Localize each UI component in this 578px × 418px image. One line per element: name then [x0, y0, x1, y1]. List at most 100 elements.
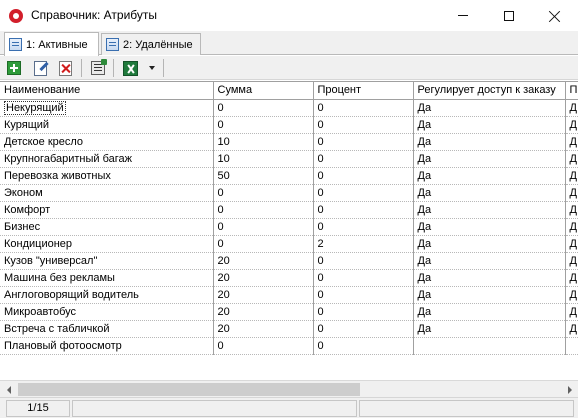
- cell-sum[interactable]: 0: [213, 184, 314, 202]
- column-header-truncated[interactable]: П: [565, 82, 578, 100]
- column-header-sum[interactable]: Сумма: [213, 82, 314, 100]
- attributes-grid[interactable]: Наименование Сумма Процент Регулирует до…: [0, 81, 578, 381]
- cell-percent[interactable]: 0: [313, 133, 414, 151]
- cell-truncated[interactable]: Д: [565, 116, 578, 134]
- column-header-access[interactable]: Регулирует доступ к заказу: [413, 82, 566, 100]
- cell-name[interactable]: Встреча с табличкой: [0, 320, 214, 338]
- add-button[interactable]: [5, 59, 23, 77]
- cell-truncated[interactable]: Д: [565, 150, 578, 168]
- excel-export-button[interactable]: [121, 59, 139, 77]
- maximize-button[interactable]: [486, 0, 532, 31]
- table-row[interactable]: Эконом 0 0 Да Д: [0, 184, 578, 202]
- cell-sum[interactable]: 0: [213, 201, 314, 219]
- table-row[interactable]: Плановый фотоосмотр 0 0: [0, 337, 578, 355]
- cell-sum[interactable]: 20: [213, 303, 314, 321]
- cell-sum[interactable]: 0: [213, 218, 314, 236]
- cell-name[interactable]: Плановый фотоосмотр: [0, 337, 214, 355]
- scroll-right-button[interactable]: [561, 381, 578, 398]
- cell-access[interactable]: Да: [413, 320, 566, 338]
- cell-name[interactable]: Кузов "универсал": [0, 252, 214, 270]
- cell-access[interactable]: [413, 337, 566, 355]
- cell-sum[interactable]: 20: [213, 320, 314, 338]
- cell-access[interactable]: Да: [413, 116, 566, 134]
- cell-sum[interactable]: 0: [213, 99, 314, 117]
- cell-percent[interactable]: 0: [313, 286, 414, 304]
- cell-access[interactable]: Да: [413, 201, 566, 219]
- cell-name[interactable]: Курящий: [0, 116, 214, 134]
- table-row[interactable]: Микроавтобус 20 0 Да Д: [0, 303, 578, 321]
- cell-name[interactable]: Эконом: [0, 184, 214, 202]
- cell-name[interactable]: Перевозка животных: [0, 167, 214, 185]
- cell-percent[interactable]: 0: [313, 184, 414, 202]
- table-row[interactable]: Кондиционер 0 2 Да Д: [0, 235, 578, 253]
- table-row[interactable]: Англоговорящий водитель 20 0 Да Д: [0, 286, 578, 304]
- cell-truncated[interactable]: Д: [565, 184, 578, 202]
- scroll-left-button[interactable]: [0, 381, 17, 398]
- table-row[interactable]: Машина без рекламы 20 0 Да Д: [0, 269, 578, 287]
- cell-sum[interactable]: 0: [213, 337, 314, 355]
- cell-percent[interactable]: 0: [313, 116, 414, 134]
- cell-access[interactable]: Да: [413, 252, 566, 270]
- cell-name[interactable]: Крупногабаритный багаж: [0, 150, 214, 168]
- cell-access[interactable]: Да: [413, 303, 566, 321]
- cell-percent[interactable]: 0: [313, 218, 414, 236]
- cell-percent[interactable]: 0: [313, 303, 414, 321]
- cell-percent[interactable]: 0: [313, 99, 414, 117]
- cell-name[interactable]: Англоговорящий водитель: [0, 286, 214, 304]
- cell-percent[interactable]: 0: [313, 252, 414, 270]
- table-row[interactable]: Крупногабаритный багаж 10 0 Да Д: [0, 150, 578, 168]
- minimize-button[interactable]: [440, 0, 486, 31]
- cell-truncated[interactable]: Д: [565, 99, 578, 117]
- cell-sum[interactable]: 0: [213, 116, 314, 134]
- cell-sum[interactable]: 10: [213, 150, 314, 168]
- cell-sum[interactable]: 20: [213, 286, 314, 304]
- column-header-name[interactable]: Наименование: [0, 82, 214, 100]
- cell-truncated[interactable]: Д: [565, 303, 578, 321]
- cell-sum[interactable]: 0: [213, 235, 314, 253]
- cell-sum[interactable]: 20: [213, 252, 314, 270]
- table-row[interactable]: Некурящий 0 0 Да Д: [0, 99, 578, 117]
- edit-button[interactable]: [31, 59, 49, 77]
- cell-percent[interactable]: 0: [313, 269, 414, 287]
- cell-access[interactable]: Да: [413, 286, 566, 304]
- cell-truncated[interactable]: Д: [565, 235, 578, 253]
- cell-truncated[interactable]: Д: [565, 201, 578, 219]
- export-dropdown-button[interactable]: [146, 59, 158, 77]
- table-row[interactable]: Комфорт 0 0 Да Д: [0, 201, 578, 219]
- cell-sum[interactable]: 10: [213, 133, 314, 151]
- horizontal-scrollbar[interactable]: [0, 380, 578, 397]
- cell-name[interactable]: Микроавтобус: [0, 303, 214, 321]
- cell-percent[interactable]: 2: [313, 235, 414, 253]
- cell-percent[interactable]: 0: [313, 150, 414, 168]
- cell-access[interactable]: Да: [413, 269, 566, 287]
- cell-access[interactable]: Да: [413, 235, 566, 253]
- cell-name[interactable]: Кондиционер: [0, 235, 214, 253]
- cell-truncated[interactable]: Д: [565, 252, 578, 270]
- table-row[interactable]: Курящий 0 0 Да Д: [0, 116, 578, 134]
- cell-name[interactable]: Детское кресло: [0, 133, 214, 151]
- cell-percent[interactable]: 0: [313, 167, 414, 185]
- cell-truncated[interactable]: Д: [565, 269, 578, 287]
- cell-truncated[interactable]: Д: [565, 286, 578, 304]
- cell-access[interactable]: Да: [413, 218, 566, 236]
- cell-truncated[interactable]: Д: [565, 218, 578, 236]
- cell-access[interactable]: Да: [413, 99, 566, 117]
- close-button[interactable]: [532, 0, 578, 31]
- cell-truncated[interactable]: Д: [565, 133, 578, 151]
- cell-sum[interactable]: 20: [213, 269, 314, 287]
- table-row[interactable]: Детское кресло 10 0 Да Д: [0, 133, 578, 151]
- cell-percent[interactable]: 0: [313, 201, 414, 219]
- cell-percent[interactable]: 0: [313, 337, 414, 355]
- app-icon[interactable]: [9, 9, 23, 23]
- table-row[interactable]: Кузов "универсал" 20 0 Да Д: [0, 252, 578, 270]
- cell-access[interactable]: Да: [413, 150, 566, 168]
- tab-deleted[interactable]: 2: Удалённые: [101, 33, 201, 55]
- cell-name[interactable]: Некурящий: [0, 99, 214, 117]
- cell-name[interactable]: Бизнес: [0, 218, 214, 236]
- delete-button[interactable]: [56, 59, 74, 77]
- table-row[interactable]: Бизнес 0 0 Да Д: [0, 218, 578, 236]
- cell-name[interactable]: Комфорт: [0, 201, 214, 219]
- tab-active[interactable]: 1: Активные: [4, 32, 99, 56]
- cell-access[interactable]: Да: [413, 184, 566, 202]
- column-header-percent[interactable]: Процент: [313, 82, 414, 100]
